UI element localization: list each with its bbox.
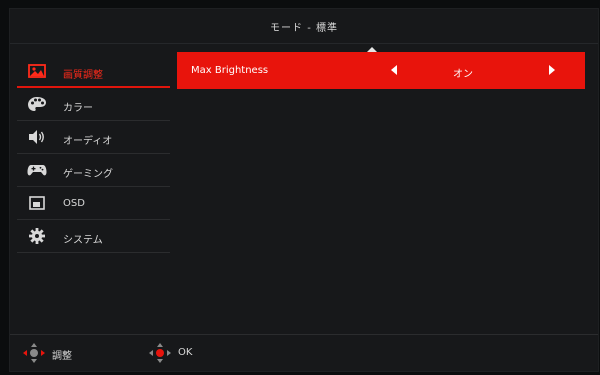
osd-icon (29, 196, 45, 210)
sidebar-item-audio[interactable]: オーディオ (17, 121, 170, 154)
picture-icon (28, 64, 46, 78)
sidebar-item-label: カラー (63, 103, 93, 114)
osd-menu-panel: モード - 標準 画質調整 カラー オーディオ ゲーミング OSD システム M… (9, 8, 599, 372)
setting-row-max-brightness[interactable]: Max Brightness オン (177, 52, 585, 89)
screen-background: モード - 標準 画質調整 カラー オーディオ ゲーミング OSD システム M… (0, 0, 600, 375)
sidebar-item-label: OSD (63, 198, 85, 209)
sidebar-item-picture[interactable]: 画質調整 (17, 55, 170, 88)
footer-adjust-label: 調整 (52, 351, 72, 362)
sidebar-item-label: オーディオ (63, 136, 113, 147)
mode-title: モード - 標準 (270, 23, 338, 34)
dpad-ok-icon (149, 343, 171, 363)
arrow-left-icon[interactable] (389, 64, 399, 76)
gamepad-icon (27, 165, 47, 176)
palette-icon (28, 97, 46, 111)
sidebar-item-osd[interactable]: OSD (17, 187, 170, 220)
dpad-adjust-icon (23, 343, 45, 363)
setting-value: オン (453, 69, 473, 80)
sidebar-item-label: 画質調整 (63, 70, 103, 81)
title-bar: モード - 標準 (10, 9, 598, 44)
sidebar-item-color[interactable]: カラー (17, 88, 170, 121)
sidebar-item-label: ゲーミング (63, 169, 113, 180)
sidebar-item-label: システム (63, 235, 103, 246)
speaker-icon (29, 130, 44, 144)
arrow-right-icon[interactable] (547, 64, 557, 76)
gear-icon (29, 228, 45, 244)
sidebar-item-gaming[interactable]: ゲーミング (17, 154, 170, 187)
footer-divider (10, 334, 598, 335)
setting-label: Max Brightness (191, 65, 269, 76)
sidebar-item-system[interactable]: システム (17, 220, 170, 253)
footer-ok-label: OK (178, 347, 193, 358)
sidebar-menu: 画質調整 カラー オーディオ ゲーミング OSD システム (17, 55, 177, 253)
